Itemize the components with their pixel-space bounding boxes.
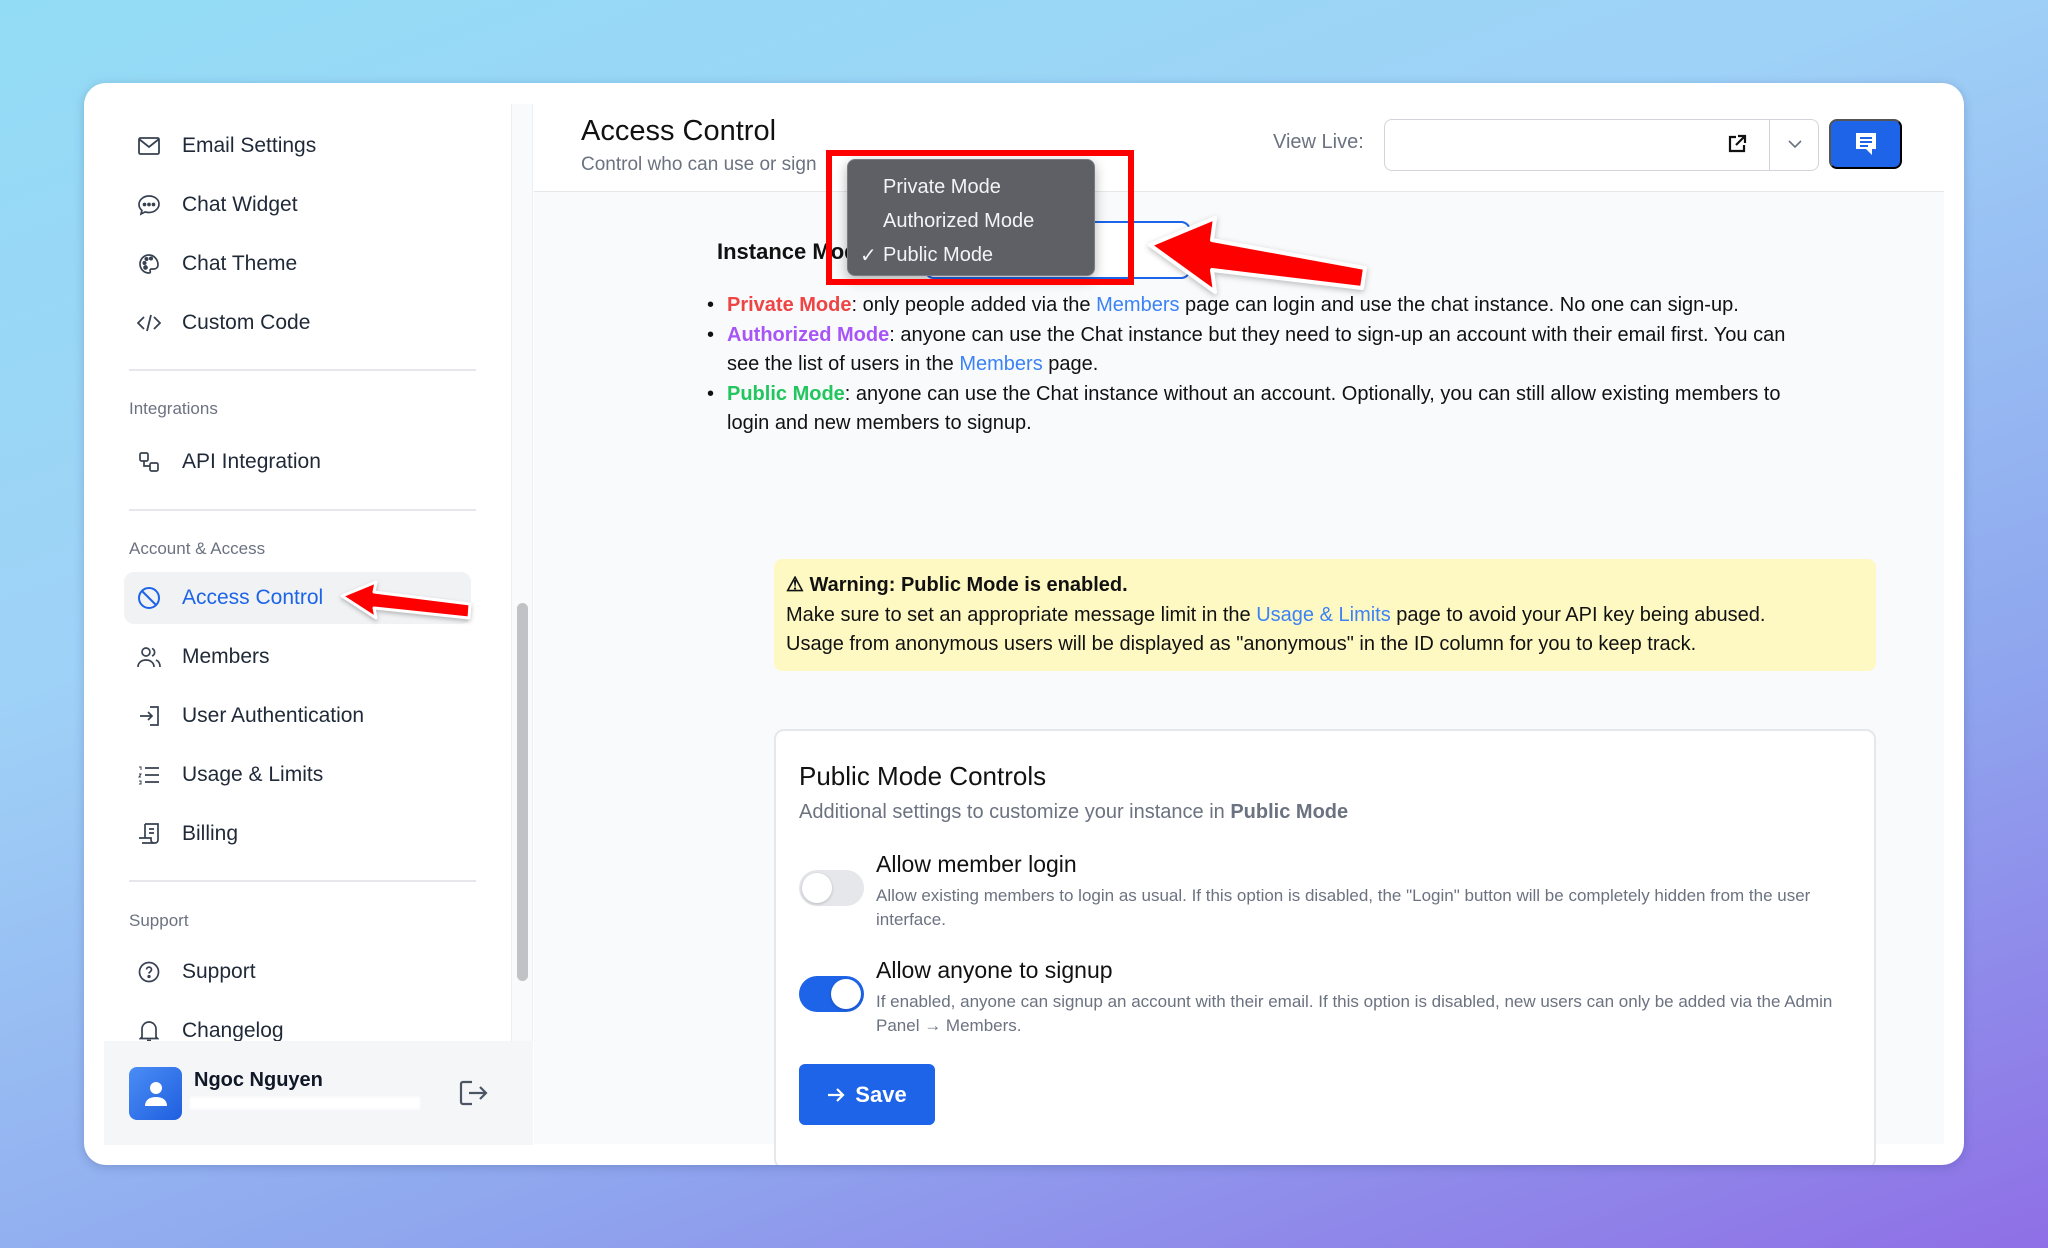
annotation-highlight-box [826, 150, 1134, 285]
sidebar-item-label: Email Settings [182, 134, 317, 157]
sidebar-item-label: Billing [182, 822, 239, 845]
sidebar-item-user-authentication[interactable]: User Authentication [124, 690, 471, 742]
save-label: Save [855, 1081, 907, 1107]
page-subtitle: Control who can use or sign [581, 154, 817, 175]
sidebar-item-custom-code[interactable]: Custom Code [124, 297, 471, 349]
members-link[interactable]: Members [959, 353, 1042, 375]
mode-descriptions: Private Mode: only people added via the … [707, 291, 1807, 439]
section-label-account-access: Account & Access [129, 539, 266, 558]
code-icon [136, 310, 162, 336]
save-button[interactable]: Save [799, 1064, 935, 1125]
user-icon [144, 1081, 167, 1106]
warning-banner: ⚠ Warning: Public Mode is enabled. Make … [774, 559, 1876, 671]
sidebar-item-members[interactable]: Members [124, 631, 471, 683]
external-link-icon[interactable] [1727, 134, 1747, 159]
toggle-knob [831, 979, 861, 1009]
sidebar-item-label: Access Control [182, 586, 324, 609]
chat-preview-button[interactable] [1829, 119, 1902, 169]
arrow-right-icon [828, 1087, 845, 1102]
sidebar-item-label: Usage & Limits [182, 763, 324, 786]
allow-signup-toggle[interactable] [799, 976, 864, 1012]
sidebar-divider [129, 880, 476, 882]
option-description: Allow existing members to login as usual… [876, 886, 1811, 929]
users-icon [136, 644, 162, 670]
sidebar-item-chat-theme[interactable]: Chat Theme [124, 238, 471, 290]
sidebar-item-chat-widget[interactable]: Chat Widget [124, 179, 471, 231]
mode-description-public: Public Mode: anyone can use the Chat ins… [707, 380, 1807, 439]
annotation-arrow-icon [1148, 216, 1367, 294]
mode-description-authorized: Authorized Mode: anyone can use the Chat… [707, 321, 1807, 380]
option-description: If enabled, anyone can signup an account… [876, 992, 1833, 1035]
sidebar-scrollbar-thumb[interactable] [517, 603, 528, 981]
sidebar-divider [129, 509, 476, 511]
help-circle-icon [136, 959, 162, 985]
sidebar-divider [129, 369, 476, 371]
sidebar-item-support[interactable]: Support [124, 946, 471, 998]
usage-limits-link[interactable]: Usage & Limits [1256, 604, 1391, 626]
view-live-select[interactable] [1384, 119, 1819, 171]
logout-icon [459, 1080, 488, 1106]
public-mode-controls-card: Public Mode Controls Additional settings… [774, 729, 1876, 1165]
user-name: Ngoc Nguyen [194, 1069, 323, 1091]
chevron-down-icon[interactable] [1785, 134, 1805, 159]
sidebar-item-label: Chat Widget [182, 193, 298, 216]
view-live-label: View Live: [1273, 131, 1364, 153]
logout-button[interactable] [458, 1079, 488, 1112]
receipt-icon [136, 821, 162, 847]
sidebar-item-label: Custom Code [182, 311, 311, 334]
mail-icon [136, 133, 162, 159]
message-square-icon [1855, 133, 1876, 155]
sidebar-item-label: Changelog [182, 1019, 284, 1042]
palette-icon [136, 251, 162, 277]
option-title: Allow member login [876, 851, 1077, 877]
view-live-divider [1769, 120, 1770, 170]
sidebar-item-label: Chat Theme [182, 252, 298, 275]
login-icon [136, 703, 162, 729]
avatar[interactable] [129, 1067, 182, 1120]
sidebar-item-label: User Authentication [182, 704, 365, 727]
annotation-arrow-icon [340, 580, 472, 620]
option-title: Allow anyone to signup [876, 957, 1113, 983]
sidebar-item-label: API Integration [182, 450, 321, 473]
chat-bubble-icon [136, 192, 162, 218]
user-email-redacted [190, 1097, 420, 1109]
sidebar-item-label: Members [182, 645, 270, 668]
allow-member-login-toggle[interactable] [799, 870, 864, 906]
api-icon [136, 449, 162, 475]
list-ordered-icon [136, 762, 162, 788]
ban-icon [136, 585, 162, 611]
warning-title: ⚠ Warning: Public Mode is enabled. [786, 574, 1128, 596]
card-subtitle: Additional settings to customize your in… [799, 801, 1349, 823]
sidebar-item-billing[interactable]: Billing [124, 808, 471, 860]
warning-note: Usage from anonymous users will be displ… [786, 633, 1697, 655]
card-title: Public Mode Controls [799, 761, 1047, 791]
section-label-support: Support [129, 911, 189, 930]
sidebar-item-label: Support [182, 960, 256, 983]
section-label-integrations: Integrations [129, 399, 218, 418]
page-header: Access Control Control who can use or si… [534, 104, 1944, 192]
sidebar-item-api-integration[interactable]: API Integration [124, 436, 471, 488]
sidebar-item-usage-limits[interactable]: Usage & Limits [124, 749, 471, 801]
page-title: Access Control [581, 115, 777, 147]
sidebar-item-email-settings[interactable]: Email Settings [124, 120, 471, 172]
toggle-knob [802, 873, 832, 903]
